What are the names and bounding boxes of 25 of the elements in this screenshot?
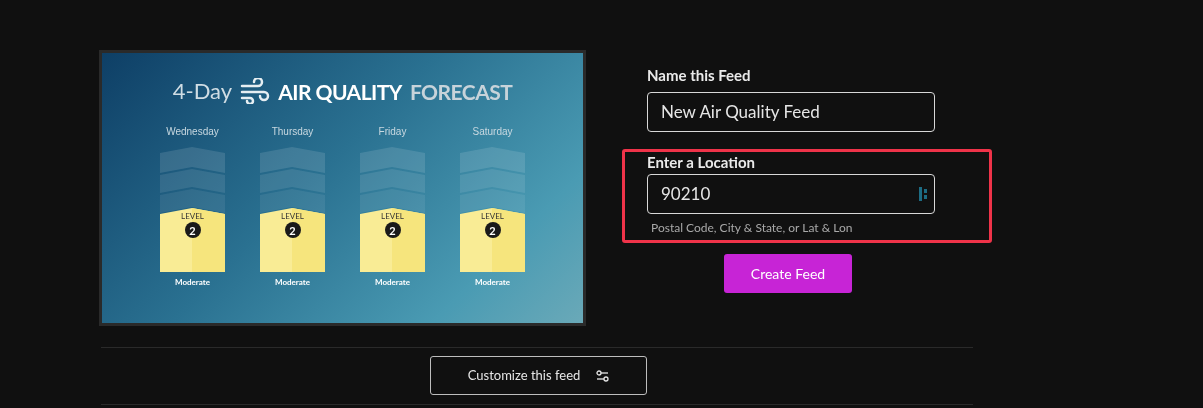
day-name: Friday <box>378 125 407 139</box>
category-label: Moderate <box>175 276 210 288</box>
category-label: Moderate <box>275 276 310 288</box>
location-field[interactable]: 90210 <box>647 173 935 214</box>
sliders-icon <box>596 369 610 382</box>
wind-icon <box>240 78 271 104</box>
level-label: LEVEL <box>181 212 204 220</box>
field-hint: Postal Code, City & State, or Lat & Lon <box>651 218 854 237</box>
day-name: Wednesday <box>166 125 219 139</box>
create-feed-button[interactable]: Create Feed <box>724 253 852 293</box>
customize-button[interactable]: Customize this feed <box>430 356 647 395</box>
forecast-subtitle: FORECAST <box>409 80 513 102</box>
level-label: LEVEL <box>481 212 504 220</box>
forecast-title: AIR QUALITY <box>278 80 402 102</box>
autofill-icon[interactable] <box>919 186 929 201</box>
level-label: LEVEL <box>281 212 304 220</box>
level-label: LEVEL <box>381 212 404 220</box>
category-label: Moderate <box>375 276 410 288</box>
field-label: Enter a Location <box>647 152 756 172</box>
day-name: Saturday <box>472 125 513 139</box>
day-name: Thursday <box>271 125 314 139</box>
name-field[interactable]: New Air Quality Feed <box>647 91 935 132</box>
field-label: Name this Feed <box>647 65 752 86</box>
category-label: Moderate <box>475 276 510 288</box>
forecast-days: 4-Day <box>172 80 233 102</box>
